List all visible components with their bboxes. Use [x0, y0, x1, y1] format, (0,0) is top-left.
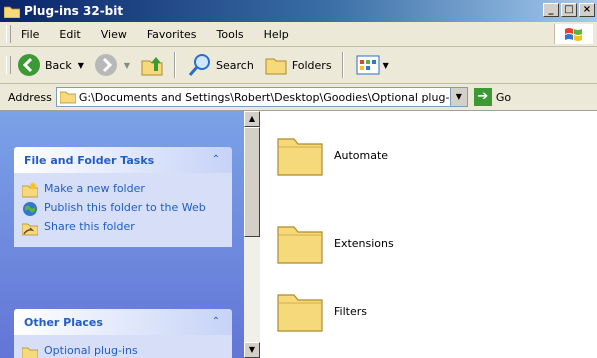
toolbar-separator: [341, 52, 344, 78]
file-folder-tasks-title: File and Folder Tasks: [24, 153, 155, 167]
maximize-button[interactable]: □: [561, 3, 577, 17]
scroll-thumb[interactable]: [244, 127, 260, 237]
menu-bar: File Edit View Favorites Tools Help: [0, 22, 597, 47]
menu-tools[interactable]: Tools: [207, 28, 254, 41]
standard-toolbar: Back ▼ ▼ Search Folders ▼: [0, 47, 597, 84]
collapse-chevron-icon[interactable]: ⌃: [208, 314, 224, 330]
explorer-window: Plug-ins 32-bit _ □ × File Edit View Fav…: [0, 0, 597, 358]
back-dropdown-icon[interactable]: ▼: [78, 61, 84, 70]
collapse-chevron-icon[interactable]: ⌃: [208, 152, 224, 168]
close-button[interactable]: ×: [579, 3, 595, 17]
scroll-up-icon[interactable]: ▲: [244, 111, 260, 127]
views-dropdown-icon[interactable]: ▼: [383, 61, 389, 70]
folders-icon: [265, 58, 287, 75]
other-places-title: Other Places: [24, 315, 103, 329]
folder-icon: [22, 347, 38, 358]
folder-name: Automate: [334, 148, 389, 162]
other-places-header[interactable]: Other Places ⌃: [14, 309, 232, 335]
menu-file[interactable]: File: [11, 28, 49, 41]
file-folder-tasks-header[interactable]: File and Folder Tasks ⌃: [14, 147, 232, 173]
windows-flag-icon: [565, 28, 582, 41]
windows-logo: [554, 24, 593, 44]
task-share-folder[interactable]: Share this folder: [22, 220, 224, 236]
other-places-body: Optional plug-ins: [14, 335, 232, 358]
search-icon: [188, 54, 211, 76]
share-folder-icon: [22, 223, 38, 236]
forward-button[interactable]: ▼: [90, 50, 134, 80]
toolbar-separator: [174, 52, 177, 78]
task-pane-scrollbar[interactable]: ▲ ▼: [244, 111, 260, 358]
folder-icon: [59, 91, 76, 104]
task-pane: File and Folder Tasks ⌃ Make a new folde…: [0, 111, 244, 358]
task-label: Share this folder: [44, 220, 135, 233]
folder-icon: [277, 294, 323, 332]
folders-label: Folders: [291, 58, 332, 72]
scroll-down-icon[interactable]: ▼: [244, 342, 260, 358]
menu-favorites[interactable]: Favorites: [137, 28, 207, 41]
other-places-panel: Other Places ⌃ Optional plug-ins: [14, 309, 232, 358]
folder-name: Filters: [334, 304, 367, 318]
back-button[interactable]: Back ▼: [13, 50, 88, 80]
go-label: Go: [495, 90, 512, 104]
views-button[interactable]: ▼: [352, 50, 393, 80]
folder-item-extensions[interactable]: Extensions: [276, 221, 394, 265]
folder-name: Extensions: [334, 236, 394, 250]
address-value: G:\Documents and Settings\Robert\Desktop…: [78, 90, 449, 104]
new-folder-icon: [22, 182, 38, 198]
back-arrow-icon: [18, 54, 40, 76]
menu-edit[interactable]: Edit: [49, 28, 90, 41]
go-button[interactable]: ➔ Go: [473, 88, 512, 106]
back-label: Back: [45, 58, 72, 72]
menu-view[interactable]: View: [91, 28, 137, 41]
place-optional-plug-ins[interactable]: Optional plug-ins: [22, 344, 224, 358]
task-label: Publish this folder to the Web: [44, 201, 206, 214]
task-publish-web[interactable]: Publish this folder to the Web: [22, 201, 224, 217]
task-label: Make a new folder: [44, 182, 145, 195]
toolbar-grip[interactable]: [6, 56, 11, 74]
content-area: File and Folder Tasks ⌃ Make a new folde…: [0, 111, 597, 358]
publish-web-icon: [23, 202, 37, 216]
folder-item-automate[interactable]: Automate: [276, 133, 388, 177]
address-bar: Address G:\Documents and Settings\Robert…: [0, 84, 597, 111]
minimize-button[interactable]: _: [543, 3, 559, 17]
folder-icon: [277, 226, 323, 264]
search-label: Search: [216, 58, 254, 72]
folder-item-filters[interactable]: Filters: [276, 289, 367, 333]
search-button[interactable]: Search: [184, 50, 258, 80]
forward-arrow-icon: [94, 54, 117, 76]
address-input[interactable]: G:\Documents and Settings\Robert\Desktop…: [55, 87, 468, 107]
file-list: Automate Extensions Filters: [260, 111, 597, 358]
title-bar[interactable]: Plug-ins 32-bit _ □ ×: [0, 0, 597, 22]
forward-dropdown-icon[interactable]: ▼: [124, 61, 130, 70]
address-label: Address: [8, 90, 52, 104]
window-title: Plug-ins 32-bit: [24, 4, 124, 18]
go-arrow-icon: ➔: [473, 88, 492, 106]
up-folder-icon: [141, 57, 163, 76]
views-icon: [356, 55, 380, 75]
file-folder-tasks-body: Make a new folder Publish this folder to…: [14, 173, 232, 247]
folder-icon: [277, 138, 323, 176]
menu-help[interactable]: Help: [254, 28, 299, 41]
place-label: Optional plug-ins: [44, 344, 138, 357]
folders-button[interactable]: Folders: [260, 50, 336, 80]
file-folder-tasks-panel: File and Folder Tasks ⌃ Make a new folde…: [14, 147, 232, 247]
address-dropdown-icon[interactable]: ▼: [449, 88, 467, 106]
folder-icon: [4, 6, 20, 18]
up-folder-button[interactable]: [136, 50, 168, 80]
task-make-new-folder[interactable]: Make a new folder: [22, 182, 224, 198]
